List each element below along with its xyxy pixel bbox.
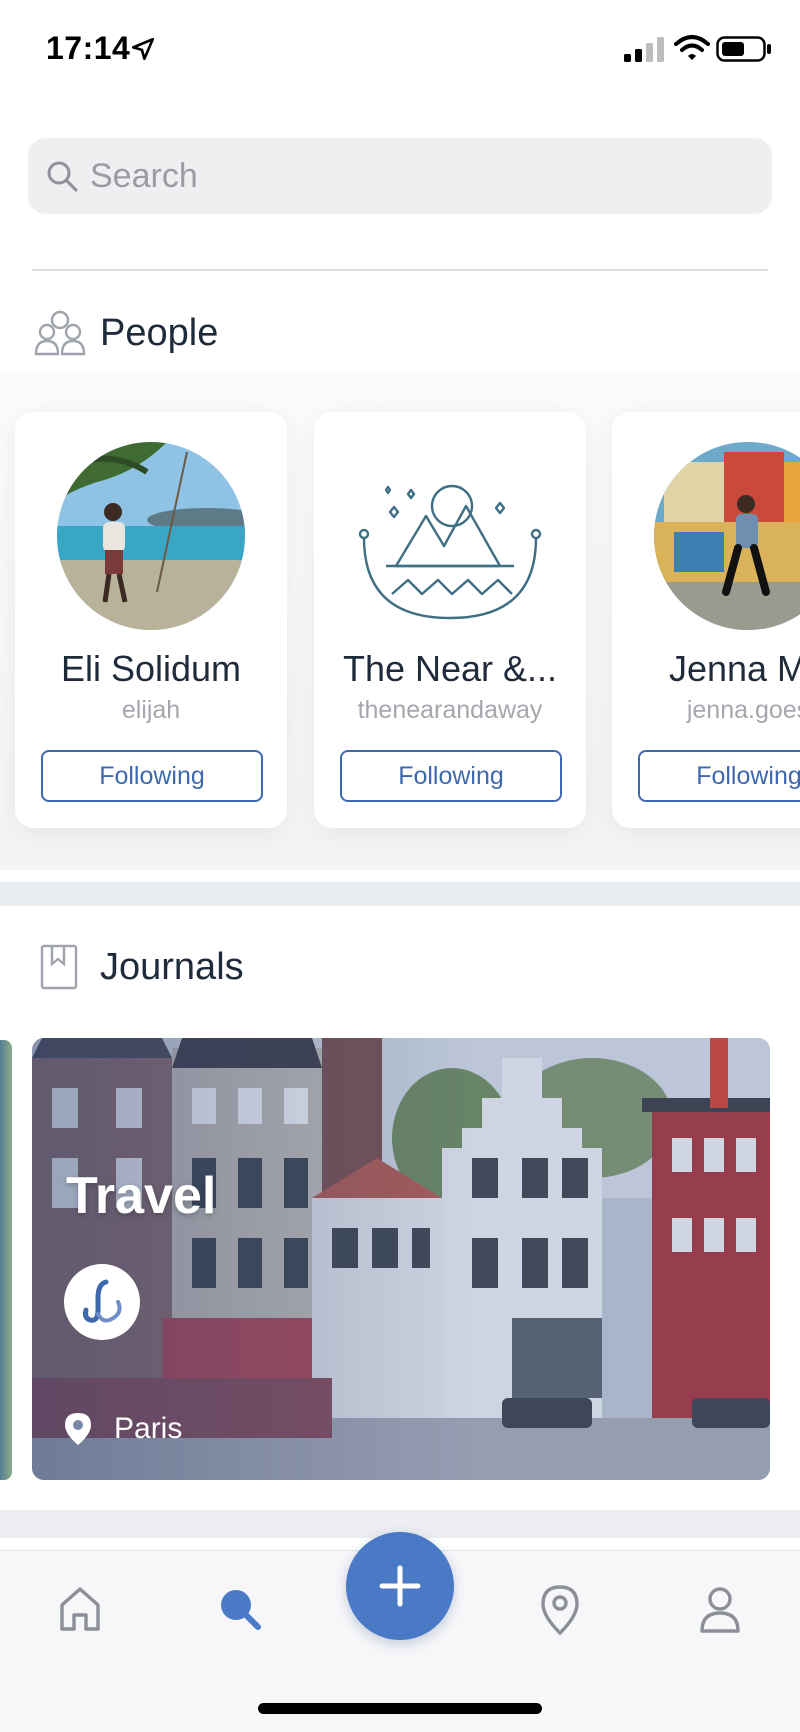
journal-logo-icon (83, 1279, 122, 1323)
person-name: Eli Solidum (60, 648, 242, 689)
home-indicator (258, 1703, 542, 1714)
journal-card[interactable]: Travel Paris (32, 1038, 770, 1480)
journals-section-title: Journals (100, 945, 244, 988)
profile-icon[interactable] (692, 1581, 748, 1637)
people-section-title: People (100, 311, 219, 354)
wifi-icon (674, 35, 710, 60)
status-bar: 17:14 (0, 0, 800, 100)
people-icon (34, 310, 86, 356)
explore-screen: 17:14 Search People Eli Solidum elijah F… (0, 0, 800, 1732)
following-button[interactable]: Following (340, 750, 562, 802)
journal-title: Travel (66, 1167, 217, 1225)
add-button[interactable] (346, 1532, 454, 1640)
previous-journal-card-edge[interactable] (0, 1040, 12, 1480)
avatar-mural-photo (654, 442, 800, 630)
avatar (57, 442, 245, 630)
people-section-header: People (34, 306, 218, 360)
avatar (356, 442, 544, 630)
journals-section-header: Journals (34, 940, 244, 994)
person-handle: elijah (121, 696, 181, 724)
mountain-logo-icon (358, 484, 542, 620)
home-icon[interactable] (52, 1581, 108, 1637)
avatar (654, 442, 800, 630)
following-button[interactable]: Following (41, 750, 263, 802)
divider (32, 269, 768, 271)
person-name: The Near &... (342, 648, 558, 689)
person-name: Jenna Ma (668, 648, 800, 689)
add-icon (379, 1565, 421, 1607)
location-icon[interactable] (532, 1581, 588, 1637)
search-icon[interactable] (212, 1581, 268, 1637)
status-time: 17:14 (46, 30, 131, 66)
location-arrow-icon (131, 37, 155, 61)
avatar-beach-photo (57, 442, 245, 630)
section-separator (0, 882, 800, 906)
person-handle: jenna.goes (686, 696, 800, 724)
journal-location: Paris (114, 1412, 183, 1445)
battery-icon (716, 36, 771, 62)
following-button[interactable]: Following (638, 750, 800, 802)
journal-icon (40, 944, 78, 990)
cellular-signal-icon (624, 37, 664, 62)
journal-avatar[interactable] (64, 1264, 140, 1340)
person-card[interactable]: Jenna Ma jenna.goes Following (612, 412, 800, 828)
search-icon (47, 161, 78, 192)
search-bar[interactable] (28, 138, 772, 214)
person-card[interactable]: The Near &... thenearandaway Following (314, 412, 586, 828)
person-handle: thenearandaway (357, 696, 543, 724)
person-card[interactable]: Eli Solidum elijah Following (15, 412, 287, 828)
search-input[interactable] (90, 138, 750, 214)
location-pin-icon (65, 1413, 91, 1445)
